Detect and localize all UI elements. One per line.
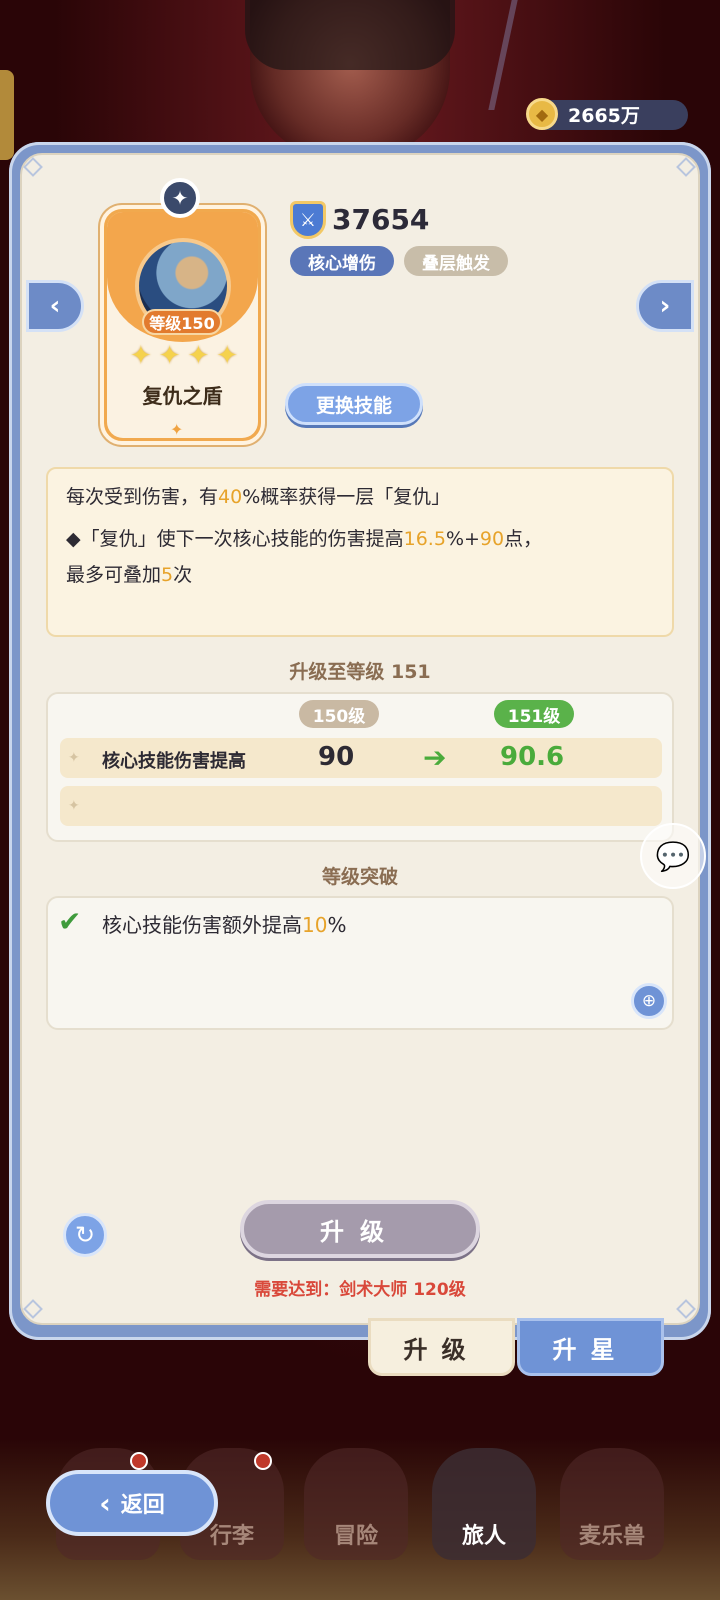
zoom-in-icon[interactable]: ⊕ [631, 983, 667, 1019]
tab-star-up[interactable]: 升星 [517, 1318, 664, 1376]
back-arrow-icon: ‹ [99, 1486, 111, 1520]
star-icon: ✦ [187, 341, 210, 371]
bullet-icon: ✦ [68, 798, 80, 814]
breakthrough-text: 核心技能伤害额外提高10% [102, 913, 347, 937]
current-level-pill: 150级 [299, 700, 379, 728]
currency-amount: 2665万 [568, 105, 640, 127]
chevron-right-icon: › [659, 291, 671, 321]
skill-tag: 核心增伤 [290, 246, 394, 276]
swap-skill-button[interactable]: 更换技能 [285, 383, 423, 425]
description-line: ◆「复仇」使下一次核心技能的伤害提高16.5%+90点， [66, 528, 543, 550]
bullet-icon: ✦ [68, 750, 80, 766]
notification-dot [130, 1452, 148, 1470]
nav-item-pets[interactable]: 麦乐兽 [560, 1448, 664, 1560]
row-old-value: 90 [318, 742, 355, 772]
next-skill-button[interactable]: › [636, 280, 694, 332]
skill-power: 37654 [332, 203, 430, 236]
skill-level-badge: 等级150 [142, 309, 222, 335]
upgrade-requirement: 需要达到：剑术大师 120级 [254, 1280, 466, 1300]
refresh-icon[interactable]: ↻ [63, 1213, 107, 1257]
power-shield-icon: ⚔ [290, 201, 326, 239]
skill-tag: 叠层触发 [404, 246, 508, 276]
breakthrough-title: 等级突破 [321, 866, 398, 888]
skill-stars: ✦ ✦ ✦ ✦ [130, 343, 238, 369]
card-ornament-icon: ✦ [170, 420, 184, 439]
nav-item-traveler[interactable]: 旅人 [432, 1448, 536, 1560]
chevron-left-icon: ‹ [49, 291, 61, 321]
nav-item-adventure[interactable]: 冒险 [304, 1448, 408, 1560]
star-icon: ✦ [216, 341, 238, 371]
row-label: 核心技能伤害提高 [102, 751, 246, 772]
description-line: 每次受到伤害，有40%概率获得一层「复仇」 [66, 486, 451, 508]
skill-type-badge-icon: ✦ [160, 178, 200, 218]
upgrade-button[interactable]: 升级 [240, 1200, 480, 1258]
row-new-value: 90.6 [500, 742, 565, 772]
description-line: 最多可叠加5次 [66, 564, 193, 586]
notification-dot [254, 1452, 272, 1470]
chat-bubble-icon[interactable]: 💬 [640, 823, 706, 889]
background-character-hair [245, 0, 455, 70]
gold-coin-icon: ◆ [526, 98, 558, 130]
background-ornament [0, 70, 14, 160]
skill-name: 复仇之盾 [142, 384, 223, 408]
arrow-right-icon: ➔ [423, 741, 447, 774]
table-row-empty [60, 786, 662, 826]
back-label: 返回 [120, 1493, 165, 1518]
prev-skill-button[interactable]: ‹ [26, 280, 84, 332]
next-level-pill: 151级 [494, 700, 574, 728]
back-button[interactable]: ‹ 返回 [46, 1470, 218, 1536]
tab-upgrade[interactable]: 升级 [368, 1318, 515, 1376]
upgrade-section-title: 升级至等级 151 [289, 661, 431, 683]
star-icon: ✦ [158, 341, 181, 371]
star-icon: ✦ [130, 341, 152, 371]
check-icon: ✔ [58, 905, 82, 938]
